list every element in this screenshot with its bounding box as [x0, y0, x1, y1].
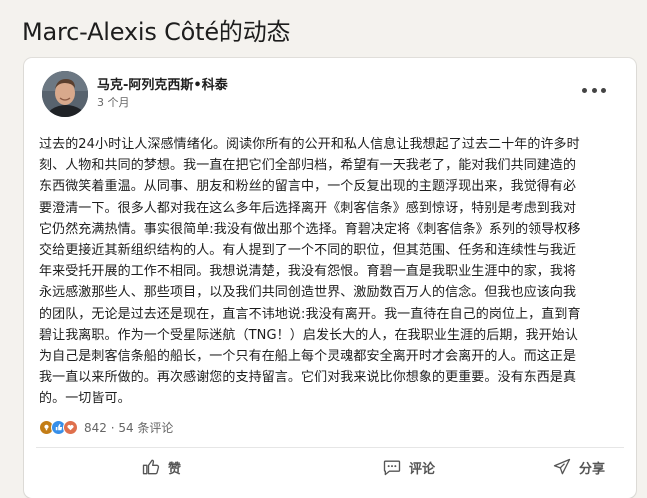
- post-body-line: 要澄清一下。很多人都对我在这么多年后选择离开《刺客信条》感到惊讶，特别是考虑到我…: [39, 200, 577, 216]
- reactions-summary[interactable]: 842 · 54 条评论: [39, 418, 173, 436]
- post-body-line: 的团队，无论是过去还是现在，直言不讳地说:我没有离开。我一直待在自己的岗位上，直…: [39, 306, 581, 322]
- post-body: 过去的24小时让人深感情绪化。阅读你所有的公开和私人信息让我想起了过去二十年的许…: [39, 134, 627, 410]
- ellipsis-icon: [601, 87, 606, 93]
- avatar[interactable]: [42, 71, 88, 117]
- more-options-button[interactable]: [582, 82, 606, 98]
- share-button[interactable]: 分享: [552, 450, 605, 484]
- post-time: 3 个月: [97, 96, 130, 109]
- post-body-line: 刻、人物和共同的梦想。我一直在把它们全部归档，希望有一天我老了，能对我们共同建造…: [39, 158, 577, 174]
- share-icon: [553, 458, 571, 475]
- love-reaction-icon: [63, 419, 78, 435]
- avatar-image: [42, 71, 88, 117]
- post-body-line: 过去的24小时让人深感情绪化。阅读你所有的公开和私人信息让我想起了过去二十年的许…: [39, 137, 580, 152]
- post-body-line: 为自己是刺客信条船的船长，一个只有在船上每个灵魂都安全离开时才会离开的人。而这正…: [39, 349, 577, 365]
- ellipsis-icon: [591, 87, 597, 93]
- ellipsis-icon: [582, 87, 587, 93]
- comment-button[interactable]: 评论: [382, 450, 435, 484]
- like-label: 赞: [168, 461, 182, 477]
- post-actions: 赞 评论 分享: [24, 450, 636, 486]
- reaction-comment-count[interactable]: 842 · 54 条评论: [84, 419, 173, 436]
- post-body-line: 交给更接近其新组织结构的人。有人提到了一个不同的职位，但其范围、任务和连续性与我…: [39, 243, 577, 259]
- post-card: 马克-阿列克西斯•科泰 3 个月 过去的24小时让人深感情绪化。阅读你所有的公开…: [24, 58, 636, 498]
- post-body-line: 永远感激那些人、那些项目，以及我们共同创造世界、激励数百万人的信念。但我也应该向…: [39, 285, 577, 301]
- page-title: Marc-Alexis Côté的动态: [22, 18, 291, 46]
- share-label: 分享: [579, 461, 606, 477]
- post-body-line: 的。一切皆可。: [39, 391, 131, 407]
- post-body-line: 年来受托开展的工作不相同。我想说清楚，我没有怨恨。育碧一直是我职业生涯中的家，我…: [39, 264, 577, 280]
- comment-label: 评论: [409, 461, 436, 477]
- author-name[interactable]: 马克-阿列克西斯•科泰: [97, 74, 228, 93]
- comment-icon: [383, 460, 401, 476]
- post-body-line: 东西微笑着重温。从同事、朋友和粉丝的留言中，一个反复出现的主题浮现出来，我觉得有…: [39, 179, 577, 195]
- reaction-icons: [39, 419, 78, 435]
- post-body-line: 碧让我离职。作为一个受星际迷航（TNG！）启发长大的人，在我职业生涯的后期，我开…: [39, 327, 578, 343]
- post-body-line: 我一直以来所做的。再次感谢您的支持留言。它们对我来说比你想象的更重要。没有东西是…: [39, 370, 577, 386]
- divider: [36, 447, 624, 448]
- like-button[interactable]: 赞: [141, 450, 181, 484]
- like-icon: [142, 459, 160, 475]
- post-body-line: 它仍然充满热情。事实很简单:我没有做出那个选择。育碧决定将《刺客信条》系列的领导…: [39, 221, 581, 237]
